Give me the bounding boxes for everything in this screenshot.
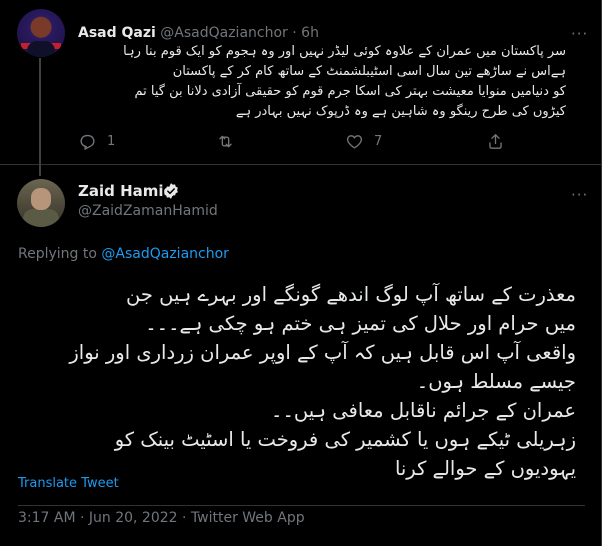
tweet-metadata[interactable]: 3:17 AM · Jun 20, 2022 · Twitter Web App [18,510,305,526]
tweet-text: سر پاکستان میں عمران کے علاوہ کوئی لیڈر … [78,42,566,122]
author-name[interactable]: Asad Qazi [78,25,156,41]
translate-tweet-link[interactable]: Translate Tweet [18,476,119,491]
replying-prefix: Replying to [18,246,97,262]
like-button[interactable]: 7 [345,132,382,151]
avatar[interactable] [17,9,65,57]
like-count: 7 [374,134,383,149]
tweet-line: کو دنیامیں منوایا معیشت بہتر کی اسکا جرم… [134,84,566,99]
tweet-line: میں حرام اور حلال کی تمیز ہی ختم ہو چکی … [145,312,576,335]
author-handle[interactable]: @ZaidZamanHamid [78,203,218,219]
tweet-line: کیڑوں کی طرح رینگو وہ شاہین ہے وہ ڈرپوک … [235,104,566,119]
reply-button[interactable]: 1 [78,132,115,151]
tweet-line: واقعی آپ اس قابل ہیں کہ آپ کے اوپر عمران… [69,341,576,364]
timestamp[interactable]: 6h [301,25,319,41]
more-icon[interactable]: ··· [571,186,588,204]
separator: · [292,25,297,41]
tweet-line: سر پاکستان میں عمران کے علاوہ کوئی لیڈر … [123,44,566,59]
tweet-actions: 1 7 [78,132,538,154]
reply-tweet[interactable]: Asad Qazi @AsadQazianchor · 6h ··· سر پا… [0,0,601,165]
share-icon [489,134,502,149]
avatar[interactable] [17,179,65,227]
tweet-header: Asad Qazi @AsadQazianchor · 6h [78,25,319,41]
replying-to: Replying to @AsadQazianchor [18,246,229,262]
replying-to-link[interactable]: @AsadQazianchor [101,246,229,262]
author-handle[interactable]: @AsadQazianchor [160,25,288,41]
tweet-text: معذرت کے ساتھ آپ لوگ اندھے گونگے اور بہر… [18,280,576,483]
retweet-icon [219,135,232,148]
heart-icon [346,135,363,149]
share-button[interactable] [486,132,505,151]
reply-icon [80,134,95,151]
tweet-line: زہریلی ٹیکے ہوں یا کشمیر کی فروخت یا اسٹ… [114,428,576,451]
more-icon[interactable]: ··· [571,25,588,43]
retweet-button[interactable] [216,132,245,151]
divider [18,505,585,506]
tweet-line: جیسے مسلط ہوں۔ [416,370,576,393]
tweet-line: معذرت کے ساتھ آپ لوگ اندھے گونگے اور بہر… [126,283,576,306]
reply-count: 1 [107,134,116,149]
verified-badge-icon [164,183,178,199]
tweet-line: ہےاس نے ساڑھے تین سال اسی اسٹیبلشمنٹ کے … [172,64,566,79]
thread-connector [39,58,41,176]
author-name[interactable]: Zaid Hamid [78,182,174,200]
tweet-line: عمران کے جرائم ناقابل معافی ہیں۔۔ [271,399,576,422]
